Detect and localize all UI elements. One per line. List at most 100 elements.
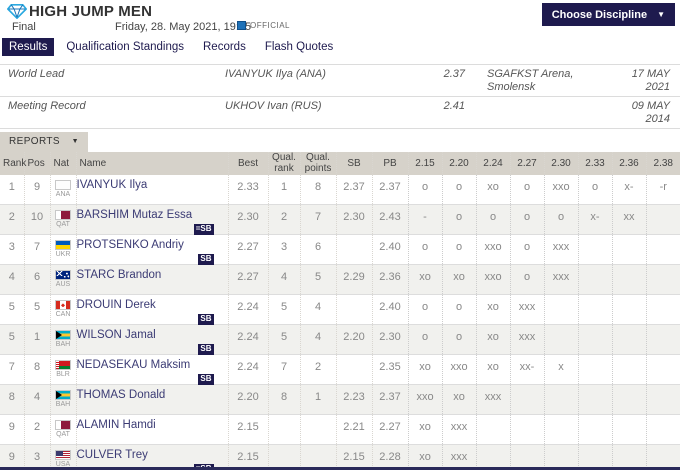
attempt-cell [611,354,646,386]
athlete-name[interactable]: IVANYUK Ilya [77,179,148,191]
result-row: 7 8 BLR NEDASEKAU Maksim SB 2.24 7 2 2.35 xo xxo xo… [0,354,680,386]
qual-rank-cell: 3 [267,234,300,266]
attempt-cell [645,384,680,416]
athlete-name[interactable]: WILSON Jamal [77,329,156,341]
attempt-cell [475,414,510,446]
attempt-cell [645,264,680,296]
pb-cell: 2.43 [371,204,408,236]
best-cell: 2.30 [227,204,268,236]
athlete-name[interactable]: CULVER Trey [77,449,148,461]
tab-results[interactable]: Results [2,38,55,56]
flag-bah-icon [55,330,71,341]
pos-cell: 1 [23,324,50,356]
athlete-name[interactable]: THOMAS Donald [77,389,166,401]
result-row: 5 5 CAN DROUIN Derek SB 2.24 5 4 2.40 o o xo xxx [0,294,680,326]
attempt-cell: x- [611,174,646,206]
column-header-2-38: 2.38 [645,151,680,175]
name-cell: NEDASEKAU Maksim SB [75,354,228,386]
attempt-cell: o [509,174,544,206]
attempt-cell: o [441,324,476,356]
tab-records[interactable]: Records [196,38,253,56]
choose-discipline-button[interactable]: Choose Discipline ▼ [541,3,675,26]
qual-points-cell: 1 [299,384,336,416]
name-cell: PROTSENKO Andriy SB [75,234,228,266]
nat-code: BLR [56,371,70,379]
pos-cell: 2 [23,414,50,446]
column-header-rank: Rank [0,151,26,175]
attempt-cell: xo [441,264,476,296]
attempt-cell: xo [407,264,442,296]
attempt-cell: xx- [509,354,544,386]
attempt-cell [611,264,646,296]
reports-dropdown-button[interactable]: REPORTS ▼ [0,131,88,152]
record-mark: 2.37 [443,68,465,80]
athlete-name[interactable]: NEDASEKAU Maksim [77,359,191,371]
attempt-cell: o [407,324,442,356]
result-row: 4 6 AUS STARC Brandon 2.27 4 5 2.29 2.36 xo xo xxo o… [0,264,680,296]
flag-blr-icon [55,360,71,371]
record-athlete[interactable]: UKHOV Ivan (RUS) [225,100,437,113]
attempt-cell: o [509,264,544,296]
column-header-best: Best [227,151,268,175]
attempt-cell [543,294,578,326]
flag-usa-icon [55,450,71,461]
rank-cell: 4 [0,264,24,296]
attempt-cell [611,234,646,266]
nat-code: ANA [55,190,71,198]
status-badge: OFFICIAL [237,21,290,30]
column-header-sb: SB [335,151,372,175]
record-athlete[interactable]: IVANYUK Ilya (ANA) [225,68,437,81]
athlete-name[interactable]: DROUIN Derek [77,299,156,311]
sb-cell: 2.30 [335,204,372,236]
athlete-name[interactable]: BARSHIM Mutaz Essa [77,209,193,221]
attempt-cell [577,234,612,266]
athlete-name[interactable]: ALAMIN Hamdi [77,419,156,431]
meeting-record-row: Meeting Record UKHOV Ivan (RUS) 2.41 09 … [0,97,680,129]
qual-points-cell: 2 [299,354,336,386]
name-cell: IVANYUK Ilya [75,174,228,206]
reports-label: REPORTS [9,136,60,148]
attempt-cell: xxo [543,174,578,206]
column-header-2-15: 2.15 [407,151,442,175]
event-results-page: HIGH JUMP MEN Final Friday, 28. May 2021… [0,0,680,470]
nat-code: BAH [55,341,71,349]
event-datetime: Friday, 28. May 2021, 19:05 [115,21,252,33]
attempt-cell [543,384,578,416]
column-header-2-24: 2.24 [475,151,510,175]
best-cell: 2.24 [227,294,268,326]
attempt-cell [543,324,578,356]
world-lead-row: World Lead IVANYUK Ilya (ANA) 2.37 SGAFK… [0,65,680,97]
result-row: 2 10 QAT BARSHIM Mutaz Essa =SB 2.30 2 7 2.30 2.4… [0,204,680,236]
attempt-cell [611,414,646,446]
badge-wrap: SB [77,252,228,266]
nat-code: AUS [55,281,71,289]
result-row: 3 7 UKR PROTSENKO Andriy SB 2.27 3 6 2.40 o o xxo o x… [0,234,680,266]
record-mark: 2.41 [443,99,465,112]
attempt-cell [577,294,612,326]
athlete-name[interactable]: STARC Brandon [77,269,162,281]
season-best-badge: SB [198,344,214,356]
attempt-cell [645,234,680,266]
pos-cell: 8 [23,354,50,386]
qual-rank-cell [267,414,300,446]
athlete-name[interactable]: PROTSENKO Andriy [77,239,184,251]
qual-rank-cell: 5 [267,294,300,326]
attempt-cell [543,414,578,446]
round-label: Final [12,21,36,33]
season-best-badge: SB [198,314,214,326]
nat-code: UKR [55,251,71,259]
nat-cell: QAT [49,204,76,236]
attempt-cell: xxx [475,384,510,416]
attempt-cell [509,384,544,416]
attempt-cell: xxo [475,234,510,266]
tab-flash-quotes[interactable]: Flash Quotes [258,38,340,56]
pos-cell: 9 [23,174,50,206]
rank-cell: 9 [0,414,24,446]
rank-cell: 5 [0,324,24,356]
record-date: 17 MAY 2021 [631,68,670,93]
attempt-cell [577,354,612,386]
nat-cell: CAN [49,294,76,326]
tab-qualification-standings[interactable]: Qualification Standings [59,38,191,56]
attempt-cell: xo [441,384,476,416]
column-header-qual-points: Qual. points [299,151,336,175]
